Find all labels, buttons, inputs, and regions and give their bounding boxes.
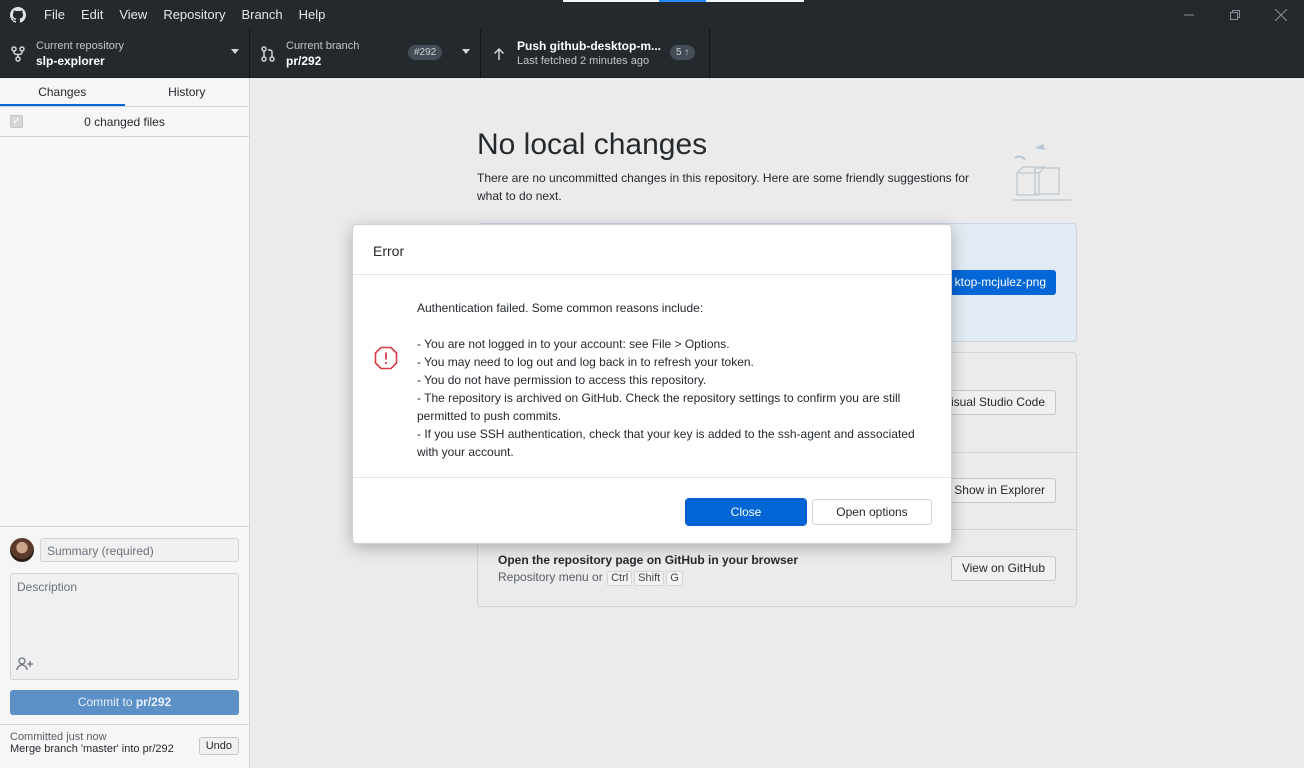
error-message: Authentication failed. Some common reaso… [417, 299, 917, 461]
error-intro: Authentication failed. Some common reaso… [417, 301, 704, 315]
close-window-icon[interactable] [1258, 0, 1304, 29]
key-shift: Shift [634, 571, 665, 586]
sidebar: Changes History ✓ 0 changed files Summar… [0, 78, 250, 768]
github-logo-icon[interactable] [0, 0, 36, 29]
key-g: G [666, 571, 683, 586]
chevron-down-icon [231, 49, 239, 54]
error-reason: - The repository is archived on GitHub. … [417, 391, 901, 423]
commit-button-prefix: Commit to [77, 695, 136, 709]
error-reason: - You do not have permission to access t… [417, 373, 707, 387]
error-dialog: Error Authentication failed. Some common… [352, 224, 952, 544]
drag-indicator-accent [659, 0, 706, 2]
publish-branch-button[interactable]: ktop-mcjulez-png [944, 270, 1056, 295]
stop-error-icon [374, 346, 398, 373]
repo-fork-icon [10, 45, 26, 62]
page-title: No local changes [477, 128, 708, 161]
menu-help[interactable]: Help [291, 0, 334, 29]
toolbar: Current repository slp-explorer Current … [0, 29, 1304, 78]
pull-request-icon [260, 45, 276, 62]
menu-file[interactable]: File [36, 0, 73, 29]
branch-title: Current branch [286, 39, 360, 52]
minimize-icon[interactable] [1166, 0, 1212, 29]
commit-button-branch: pr/292 [135, 695, 172, 709]
title-bar: File Edit View Repository Branch Help [0, 0, 1304, 29]
push-button[interactable]: Push github-desktop-m... Last fetched 2 … [481, 29, 710, 78]
view-github-title: Open the repository page on GitHub in yo… [498, 553, 799, 567]
last-fetched: Last fetched 2 minutes ago [517, 54, 650, 67]
menu-branch[interactable]: Branch [233, 0, 290, 29]
dialog-title: Error [353, 225, 951, 275]
pr-badge: #292 [408, 45, 443, 60]
commit-form: Summary (required) Description Commit to… [0, 526, 249, 720]
tab-history[interactable]: History [125, 78, 250, 106]
error-reason: - You are not logged in to your account:… [417, 337, 730, 351]
add-coauthor-icon[interactable] [16, 657, 34, 674]
restore-icon[interactable] [1212, 0, 1258, 29]
key-ctrl: Ctrl [607, 571, 633, 586]
arrow-up-icon [491, 46, 507, 62]
avatar [10, 538, 34, 562]
error-reason: - You may need to log out and log back i… [417, 355, 754, 369]
repo-title: Current repository [36, 39, 125, 52]
shortcut-prefix: Repository menu or [498, 570, 603, 584]
current-branch-dropdown[interactable]: Current branch pr/292 #292 [250, 29, 481, 78]
page-description: There are no uncommitted changes in this… [477, 171, 970, 203]
chevron-down-icon [462, 49, 470, 54]
view-on-github-button[interactable]: View on GitHub [950, 556, 1056, 581]
sidebar-tabs: Changes History [0, 78, 249, 107]
summary-input[interactable]: Summary (required) [40, 538, 239, 562]
branch-name: pr/292 [286, 53, 322, 68]
select-all-checkbox[interactable]: ✓ [10, 115, 23, 128]
window-controls [1166, 0, 1304, 29]
view-github-shortcut: Repository menu or Ctrl Shift G [498, 570, 684, 586]
last-commit: Committed just now Merge branch 'master'… [0, 724, 249, 768]
current-repository-dropdown[interactable]: Current repository slp-explorer [0, 29, 250, 78]
repo-name: slp-explorer [36, 53, 105, 68]
menu-repository[interactable]: Repository [155, 0, 233, 29]
menu-edit[interactable]: Edit [73, 0, 111, 29]
close-button[interactable]: Close [685, 498, 807, 526]
description-input[interactable]: Description [10, 573, 239, 680]
push-count-badge: 5 ↑ [670, 45, 696, 60]
menu-view[interactable]: View [111, 0, 155, 29]
changed-files-count: 0 changed files [84, 114, 165, 129]
dialog-footer: Close Open options [353, 478, 951, 544]
menu-bar: File Edit View Repository Branch Help [36, 0, 333, 29]
push-title: Push github-desktop-m... [517, 38, 661, 53]
dialog-body: Authentication failed. Some common reaso… [353, 275, 951, 478]
show-in-explorer-button[interactable]: Show in Explorer [943, 478, 1056, 503]
undo-button[interactable]: Undo [198, 737, 239, 755]
commit-button[interactable]: Commit to pr/292 [10, 690, 239, 715]
open-options-button[interactable]: Open options [812, 499, 932, 525]
changed-files-header: ✓ 0 changed files [0, 107, 249, 137]
open-editor-button[interactable]: isual Studio Code [939, 390, 1056, 415]
tab-changes[interactable]: Changes [0, 78, 125, 106]
illustration-icon [1005, 128, 1085, 208]
error-reason: - If you use SSH authentication, check t… [417, 427, 915, 459]
